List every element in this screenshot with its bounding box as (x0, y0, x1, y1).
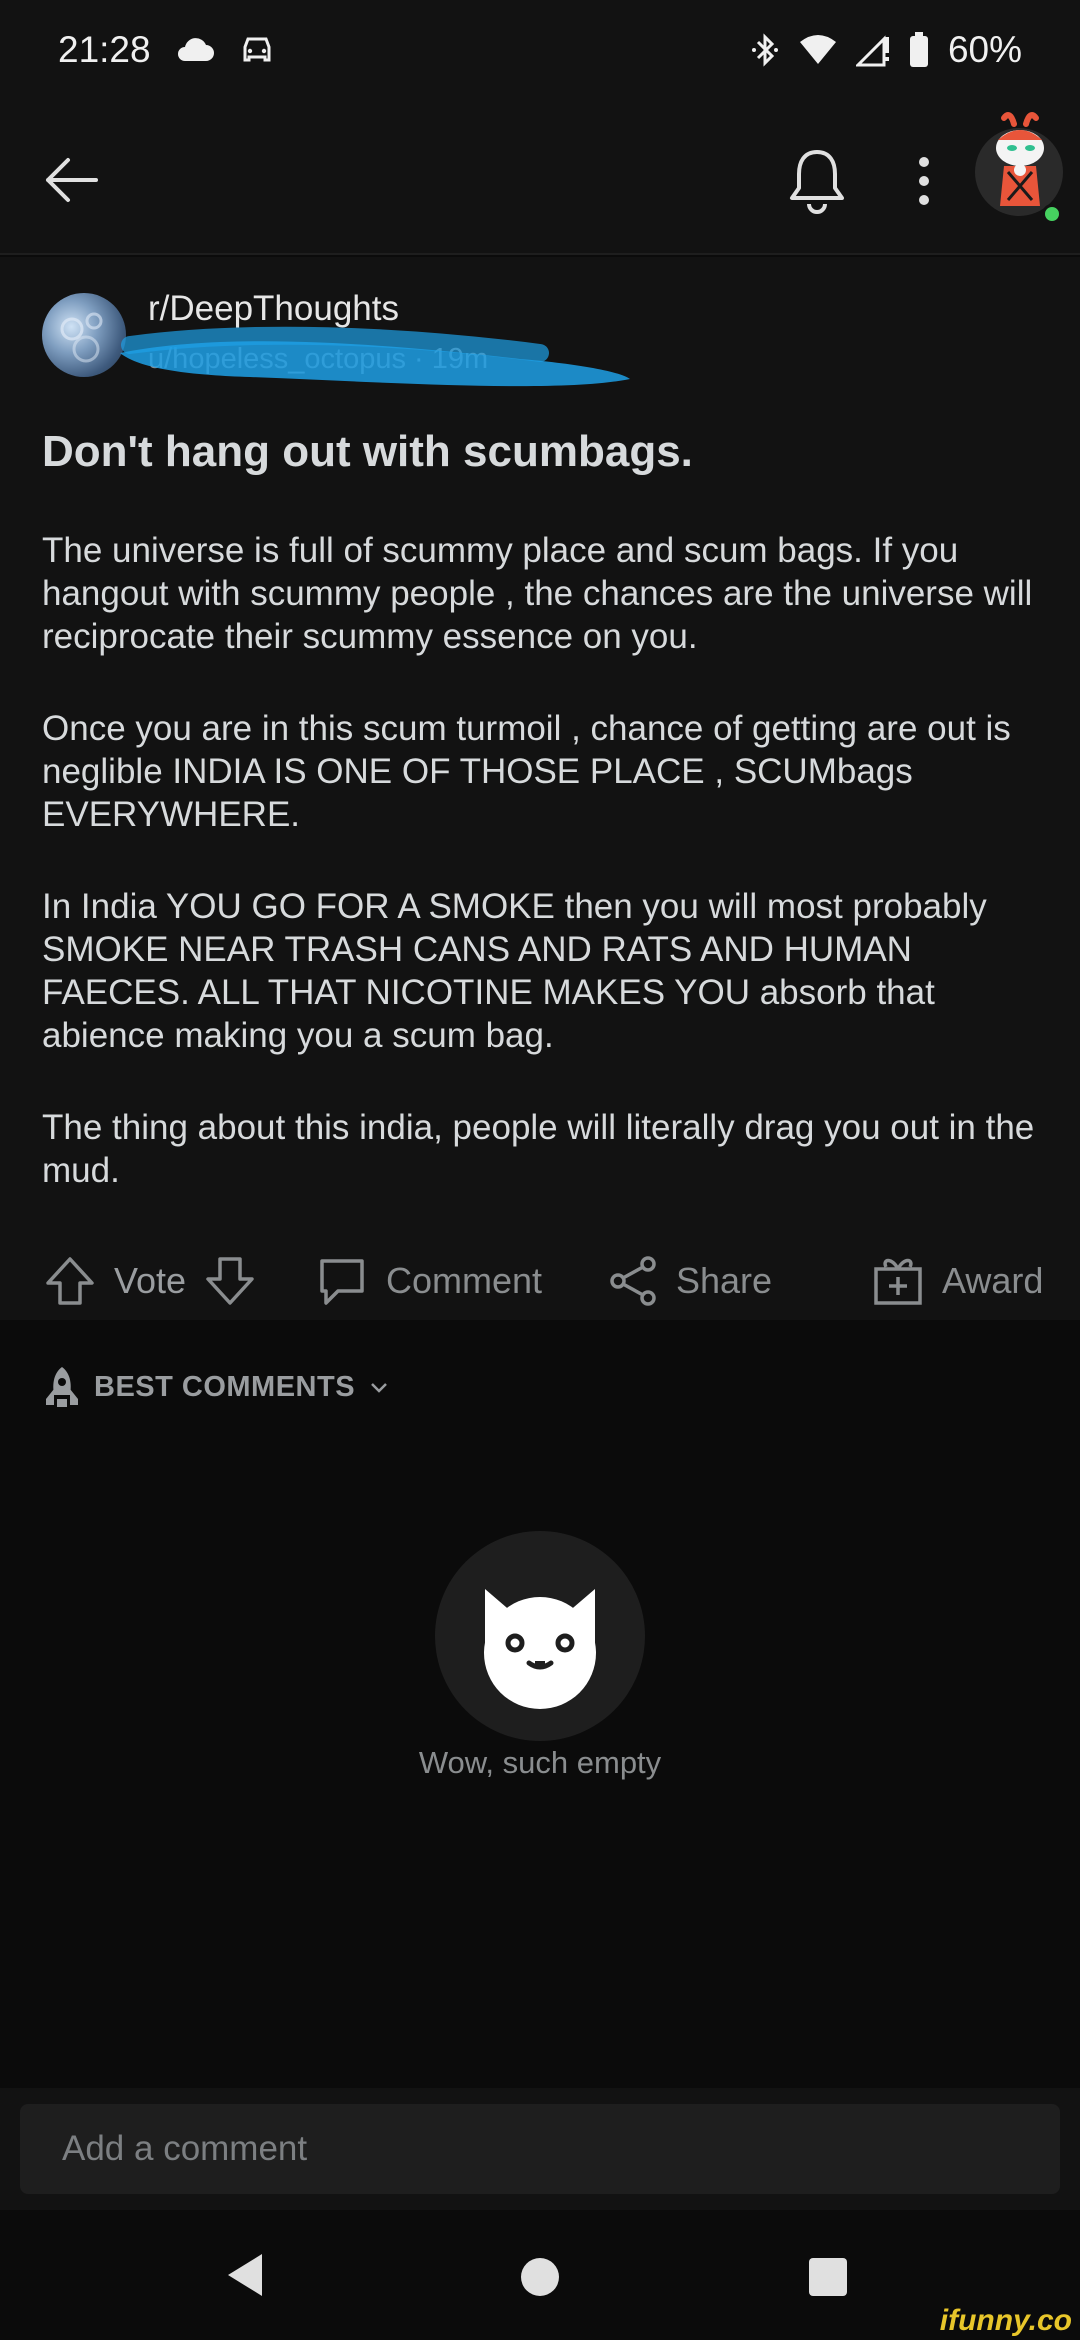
status-bar: 21:28 60% (0, 0, 1080, 100)
wifi-icon (798, 34, 838, 66)
vote-group: Vote (44, 1255, 256, 1307)
post-paragraph: Once you are in this scum turmoil , chan… (42, 709, 1011, 834)
more-vertical-icon (919, 157, 929, 205)
comment-button[interactable]: Comment (316, 1255, 542, 1307)
award-label: Award (942, 1260, 1044, 1301)
comment-sort-label: BEST COMMENTS (94, 1370, 356, 1403)
system-nav-bar: ifunny.co (0, 2210, 1080, 2340)
status-time: 21:28 (58, 29, 151, 70)
comment-icon (320, 1259, 364, 1305)
cat-face-icon (484, 1589, 596, 1709)
bluetooth-icon (750, 32, 780, 68)
empty-state-illustration (435, 1531, 645, 1741)
battery-percent: 60% (947, 29, 1022, 70)
post-paragraph: The thing about this india, people will … (42, 1108, 1035, 1190)
downvote-icon[interactable] (204, 1255, 256, 1307)
bell-icon (790, 150, 844, 214)
back-arrow-icon (46, 158, 98, 202)
battery-icon (908, 31, 930, 69)
subreddit-name[interactable]: r/DeepThoughts (148, 289, 399, 329)
status-right: 60% (750, 29, 1022, 71)
vote-label: Vote (114, 1260, 187, 1301)
back-button[interactable] (40, 148, 104, 212)
avatar[interactable] (974, 110, 1064, 230)
gift-icon (874, 1258, 922, 1305)
post-byline: u/hopeless_octopus · 19m (148, 343, 488, 376)
cloud-icon (175, 37, 215, 63)
online-status-dot (1042, 204, 1062, 224)
chevron-down-icon (371, 1383, 387, 1393)
post-body: The universe is full of scummy place and… (42, 529, 1042, 1241)
award-button[interactable]: Award (872, 1255, 1043, 1307)
status-left: 21:28 (58, 29, 275, 71)
post-author[interactable]: u/hopeless_octopus (148, 343, 406, 375)
car-icon (239, 35, 275, 65)
share-button[interactable]: Share (608, 1255, 772, 1307)
rocket-icon (46, 1367, 78, 1407)
watermark: ifunny.co (939, 2304, 1072, 2337)
post-title[interactable]: Don't hang out with scumbags. (42, 427, 1042, 477)
post-card: r/DeepThoughts u/hopeless_octopus · 19m … (0, 257, 1080, 1320)
post-age: 19m (431, 343, 489, 375)
nav-home-button[interactable] (521, 2258, 559, 2296)
nav-back-icon[interactable] (226, 2252, 266, 2298)
post-paragraph: The universe is full of scummy place and… (42, 531, 1033, 656)
subreddit-icon[interactable] (42, 293, 126, 377)
screen: 21:28 60% r/DeepThoughts u/hopeless_octo… (0, 0, 1080, 2340)
add-comment-input[interactable] (20, 2104, 1060, 2194)
app-bar (0, 100, 1080, 255)
nav-recents-button[interactable] (809, 2258, 847, 2296)
signal-icon (855, 33, 890, 67)
comment-sort-button[interactable]: BEST COMMENTS (42, 1365, 391, 1409)
share-label: Share (676, 1260, 773, 1301)
empty-state-text: Wow, such empty (418, 1745, 662, 1780)
notifications-button[interactable] (786, 146, 848, 214)
post-action-bar: Vote Comment Share Award (0, 1237, 1080, 1317)
post-paragraph: In India YOU GO FOR A SMOKE then you wil… (42, 887, 987, 1055)
comment-label: Comment (386, 1260, 543, 1301)
byline-separator: · (414, 343, 432, 375)
comment-bar (0, 2088, 1080, 2210)
share-icon (610, 1256, 656, 1306)
more-options-button[interactable] (906, 150, 942, 212)
upvote-icon[interactable] (44, 1255, 96, 1307)
